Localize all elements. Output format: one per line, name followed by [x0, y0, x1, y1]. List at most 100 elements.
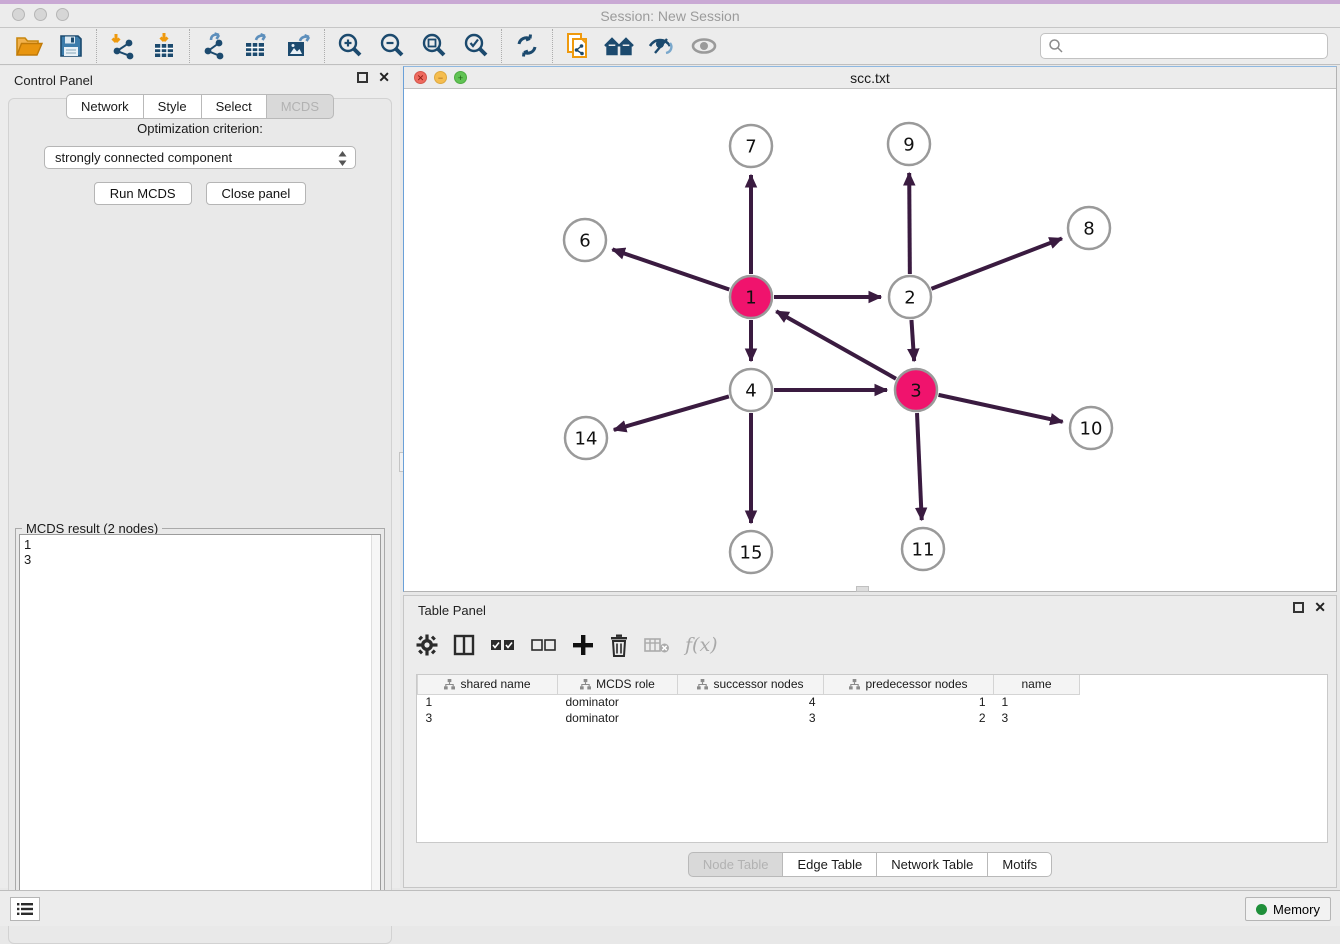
- table-cell[interactable]: dominator: [558, 694, 678, 710]
- graph-node-6[interactable]: 6: [564, 219, 606, 261]
- delete-table-button[interactable]: [644, 630, 670, 660]
- export-image-button[interactable]: [278, 29, 320, 63]
- column-header-MCDS-role[interactable]: MCDS role: [558, 675, 678, 694]
- control-panel-header: Control Panel ✕: [0, 66, 400, 94]
- node-label: 14: [575, 428, 598, 449]
- table-row[interactable]: 1dominator411: [418, 694, 1080, 710]
- graph-edge-4-14[interactable]: [614, 396, 729, 429]
- graph-node-8[interactable]: 8: [1068, 207, 1110, 249]
- table-cell[interactable]: 2: [824, 710, 994, 726]
- tab-motifs[interactable]: Motifs: [987, 852, 1052, 877]
- toolbar-separator: [96, 29, 97, 63]
- graph-edge-1-6[interactable]: [612, 249, 729, 289]
- table-cell[interactable]: 3: [994, 710, 1080, 726]
- node-label: 6: [579, 230, 590, 251]
- fit-content-button[interactable]: [413, 29, 455, 63]
- graph-node-11[interactable]: 11: [902, 528, 944, 570]
- zoom-in-button[interactable]: [329, 29, 371, 63]
- float-panel-icon[interactable]: [357, 72, 368, 83]
- show-columns-button[interactable]: [453, 630, 475, 660]
- graph-edge-2-3[interactable]: [911, 320, 914, 361]
- tab-select[interactable]: Select: [201, 94, 266, 119]
- graph-edge-2-9[interactable]: [909, 173, 910, 274]
- deselect-all-button[interactable]: [531, 630, 557, 660]
- table-panel-header: Table Panel ✕: [404, 596, 1336, 624]
- network-graph[interactable]: 7 9 6 8 1 2 4 3 14 10 15 11: [404, 89, 1336, 591]
- table-cell[interactable]: 1: [824, 694, 994, 710]
- hide-selected-button[interactable]: [641, 29, 683, 63]
- graph-node-3[interactable]: 3: [895, 369, 937, 411]
- graph-edge-3-1[interactable]: [776, 311, 896, 378]
- table-cell[interactable]: dominator: [558, 710, 678, 726]
- table-settings-button[interactable]: [416, 630, 438, 660]
- deselect-all-icon: [531, 638, 557, 652]
- graph-node-10[interactable]: 10: [1070, 407, 1112, 449]
- graph-edge-3-10[interactable]: [938, 395, 1062, 422]
- node-label: 11: [912, 539, 935, 560]
- table-cell[interactable]: 4: [678, 694, 824, 710]
- export-table-icon: [242, 32, 272, 60]
- save-session-button[interactable]: [50, 29, 92, 63]
- memory-button[interactable]: Memory: [1245, 897, 1331, 921]
- float-table-panel-icon[interactable]: [1293, 602, 1304, 613]
- fx-icon: f(x): [685, 634, 718, 656]
- export-network-icon: [201, 32, 229, 60]
- search-box[interactable]: [1040, 33, 1328, 59]
- column-header-successor-nodes[interactable]: successor nodes: [678, 675, 824, 694]
- network-canvas[interactable]: 7 9 6 8 1 2 4 3 14 10 15 11: [404, 89, 1336, 591]
- graph-node-2[interactable]: 2: [889, 276, 931, 318]
- tab-mcds[interactable]: MCDS: [266, 94, 334, 119]
- graph-edge-2-8[interactable]: [931, 238, 1061, 288]
- zoom-out-button[interactable]: [371, 29, 413, 63]
- search-input[interactable]: [1064, 36, 1327, 56]
- table-row[interactable]: 3dominator323: [418, 710, 1080, 726]
- delete-row-button[interactable]: [609, 630, 629, 660]
- open-session-button[interactable]: [8, 29, 50, 63]
- criterion-select[interactable]: strongly connected component: [44, 146, 356, 169]
- graph-node-1[interactable]: 1: [730, 276, 772, 318]
- select-all-button[interactable]: [490, 630, 516, 660]
- zoom-selected-button[interactable]: [455, 29, 497, 63]
- graph-node-7[interactable]: 7: [730, 125, 772, 167]
- column-header-predecessor-nodes[interactable]: predecessor nodes: [824, 675, 994, 694]
- table-panel-title: Table Panel: [418, 603, 486, 618]
- tab-edge-table[interactable]: Edge Table: [782, 852, 876, 877]
- show-all-button[interactable]: [683, 29, 725, 63]
- graph-node-9[interactable]: 9: [888, 123, 930, 165]
- table-cell[interactable]: 3: [418, 710, 558, 726]
- tab-node-table[interactable]: Node Table: [688, 852, 783, 877]
- home-button[interactable]: [599, 29, 641, 63]
- apply-layout-button[interactable]: [506, 29, 548, 63]
- graph-node-4[interactable]: 4: [730, 369, 772, 411]
- node-table-container[interactable]: shared nameMCDS role successor nodes prede…: [416, 674, 1328, 843]
- clone-network-button[interactable]: [557, 29, 599, 63]
- graph-node-14[interactable]: 14: [565, 417, 607, 459]
- task-history-button[interactable]: [10, 897, 40, 921]
- result-scrollbar[interactable]: [371, 535, 380, 903]
- close-table-panel-icon[interactable]: ✕: [1314, 602, 1326, 613]
- import-table-button[interactable]: [143, 29, 185, 63]
- column-header-shared-name[interactable]: shared name: [418, 675, 558, 694]
- table-cell[interactable]: 1: [418, 694, 558, 710]
- graph-node-15[interactable]: 15: [730, 531, 772, 573]
- tab-network-table[interactable]: Network Table: [876, 852, 987, 877]
- export-table-button[interactable]: [236, 29, 278, 63]
- table-cell[interactable]: 3: [678, 710, 824, 726]
- run-mcds-button[interactable]: Run MCDS: [94, 182, 192, 205]
- graph-edge-3-11[interactable]: [917, 413, 922, 520]
- import-network-button[interactable]: [101, 29, 143, 63]
- node-table: shared nameMCDS role successor nodes prede…: [417, 675, 1080, 726]
- tab-network[interactable]: Network: [66, 94, 143, 119]
- table-panel-tabs: Node Table Edge Table Network Table Moti…: [404, 852, 1336, 877]
- horizontal-grip[interactable]: [856, 586, 869, 592]
- mcds-result-text[interactable]: 1 3: [19, 534, 381, 904]
- export-network-button[interactable]: [194, 29, 236, 63]
- column-header-name[interactable]: name: [994, 675, 1080, 694]
- function-builder-button[interactable]: f(x): [685, 630, 718, 660]
- add-row-button[interactable]: [572, 630, 594, 660]
- close-panel-icon[interactable]: ✕: [378, 72, 390, 83]
- close-panel-button[interactable]: Close panel: [206, 182, 307, 205]
- tab-style[interactable]: Style: [143, 94, 201, 119]
- table-cell[interactable]: 1: [994, 694, 1080, 710]
- column-header-label: successor nodes: [713, 677, 803, 691]
